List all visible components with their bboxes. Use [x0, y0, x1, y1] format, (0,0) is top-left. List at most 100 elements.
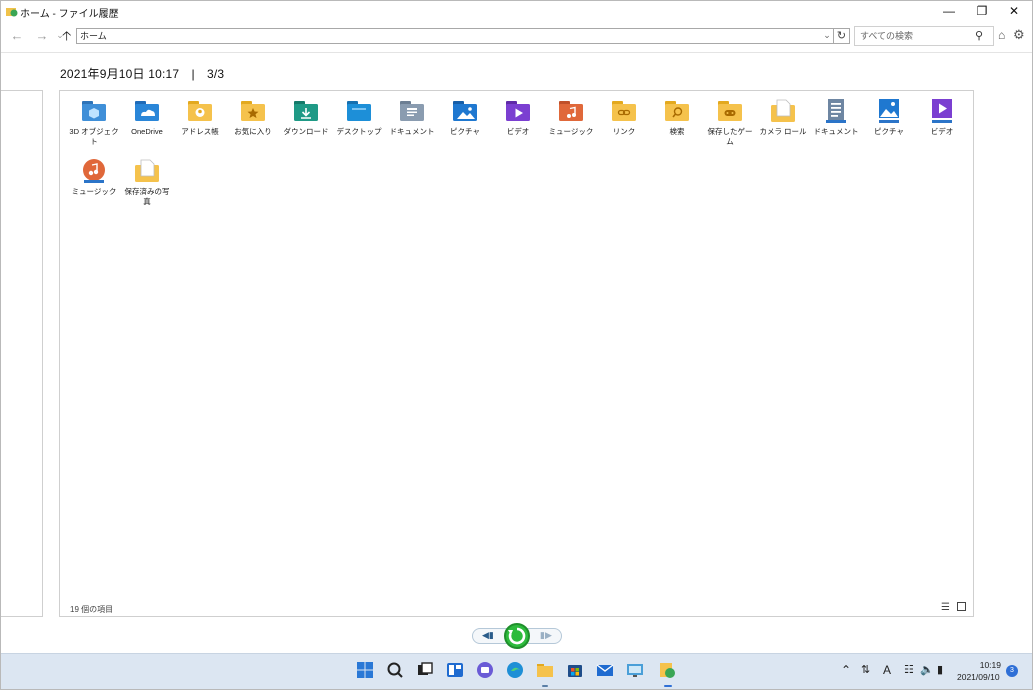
videos-folder-icon [504, 98, 532, 124]
3d-objects-folder-icon [80, 98, 108, 124]
list-item[interactable]: ピクチャ [863, 98, 915, 137]
list-item[interactable]: アドレス帳 [174, 98, 226, 137]
ime-indicator[interactable]: A [883, 663, 891, 677]
searches-folder-icon [663, 98, 691, 124]
saved-games-folder-icon [716, 98, 744, 124]
file-history-active-indicator [664, 685, 672, 687]
item-label: 保存したゲーム [707, 127, 753, 146]
mail-icon[interactable] [596, 661, 614, 679]
minimize-button[interactable]: — [933, 1, 965, 21]
list-item[interactable]: ビデオ [492, 98, 544, 137]
restore-arrow-icon [508, 627, 526, 645]
file-history-taskbar-icon[interactable] [658, 661, 676, 679]
list-item[interactable]: 保存済みの写真 [121, 158, 173, 207]
show-hidden-icons-chevron-icon[interactable]: ⌃ [841, 663, 851, 677]
list-item[interactable]: ピクチャ [439, 98, 491, 137]
address-bar[interactable]: ホーム [76, 28, 834, 44]
snapshot-date-label: 2021年9月10日 10:17 | 3/3 [60, 67, 225, 81]
item-label: ミュージック [71, 187, 117, 196]
onedrive-folder-icon [133, 98, 161, 124]
clock-date[interactable]: 2021/09/10 [957, 672, 1000, 682]
item-label: ピクチャ [450, 127, 480, 136]
search-input[interactable]: すべての検索 [854, 26, 994, 46]
desktop-folder-icon [345, 98, 373, 124]
search-placeholder: すべての検索 [860, 31, 914, 41]
file-explorer-icon[interactable] [536, 661, 554, 679]
back-button[interactable]: ← [9, 28, 25, 43]
skip-forward-icon: ▮▶ [540, 630, 552, 640]
close-icon: ✕ [1008, 4, 1020, 18]
pictures-folder-icon [451, 98, 479, 124]
file-list-pane [59, 90, 974, 617]
list-item[interactable]: 保存したゲーム [704, 98, 756, 147]
downloads-folder-icon [292, 98, 320, 124]
saved-pictures-folder-icon [133, 158, 161, 184]
music-folder-icon [557, 98, 585, 124]
item-label: ピクチャ [874, 127, 904, 136]
item-label: カメラ ロール [759, 127, 807, 136]
contacts-folder-icon [186, 98, 214, 124]
minimize-icon: — [943, 4, 955, 18]
item-label: アドレス帳 [181, 127, 219, 136]
camera-roll-folder-icon [769, 98, 797, 124]
widgets-icon[interactable] [446, 661, 464, 679]
list-item[interactable]: 検索 [651, 98, 703, 137]
list-item[interactable]: ミュージック [68, 158, 120, 197]
list-item[interactable]: お気に入り [227, 98, 279, 137]
volume-icon[interactable]: 🔈 [920, 663, 934, 676]
restore-button[interactable]: ❐ [966, 1, 998, 21]
videos-library-icon [928, 98, 956, 124]
item-label: ダウンロード [283, 127, 329, 136]
item-label: ミュージック [548, 127, 594, 136]
up-button[interactable]: 🡡 [62, 27, 71, 49]
list-item[interactable]: ビデオ [916, 98, 968, 137]
links-folder-icon [610, 98, 638, 124]
up-arrow-icon: 🡡 [62, 28, 72, 43]
gear-icon[interactable]: ⚙ [1013, 27, 1025, 43]
skip-back-icon: ◀▮ [482, 630, 494, 640]
details-view-icon[interactable]: ☰ [941, 602, 950, 613]
edge-browser-icon[interactable] [506, 661, 524, 679]
refresh-icon: ↻ [836, 30, 847, 42]
address-path: ホーム [80, 31, 107, 41]
list-item[interactable]: リンク [598, 98, 650, 137]
next-version-button[interactable]: ▮▶ [540, 630, 552, 641]
search-taskbar-icon[interactable] [386, 661, 404, 679]
forward-button[interactable]: → [34, 28, 50, 43]
address-dropdown-button[interactable]: ⌄ [820, 28, 834, 44]
previous-snapshot-pane[interactable] [1, 90, 43, 617]
teams-chat-icon[interactable] [476, 661, 494, 679]
item-label: 3D オブジェクト [69, 127, 119, 146]
item-label: ドキュメント [813, 127, 859, 136]
large-icons-view-icon[interactable] [957, 602, 966, 611]
store-icon[interactable] [566, 661, 584, 679]
task-view-icon[interactable] [416, 661, 434, 679]
close-button[interactable]: ✕ [998, 1, 1030, 21]
item-label: ビデオ [506, 127, 530, 136]
notification-badge[interactable]: 3 [1006, 665, 1018, 677]
search-icon[interactable]: ⚲ [975, 29, 983, 42]
list-item[interactable]: デスクトップ [333, 98, 385, 137]
home-icon[interactable]: ⌂ [998, 28, 1005, 42]
item-label: お気に入り [234, 127, 272, 136]
previous-version-button[interactable]: ◀▮ [482, 630, 494, 641]
list-item[interactable]: ダウンロード [280, 98, 332, 137]
refresh-button[interactable]: ↻ [834, 28, 850, 44]
clock-time[interactable]: 10:19 [979, 660, 1001, 670]
wifi-icon[interactable]: ☷ [904, 663, 914, 676]
list-item[interactable]: カメラ ロール [757, 98, 809, 137]
battery-icon[interactable]: ▮ [937, 663, 943, 676]
favorites-folder-icon [239, 98, 267, 124]
list-item[interactable]: ドキュメント [810, 98, 862, 137]
file-history-app-icon [6, 8, 18, 17]
item-label: 検索 [669, 127, 685, 136]
item-label: ドキュメント [389, 127, 435, 136]
start-icon[interactable] [356, 661, 374, 679]
list-item[interactable]: 3D オブジェクト [68, 98, 120, 147]
list-item[interactable]: ミュージック [545, 98, 597, 137]
list-item[interactable]: OneDrive [121, 98, 173, 137]
restore-button-green[interactable] [504, 623, 530, 649]
list-item[interactable]: ドキュメント [386, 98, 438, 137]
onedrive-sync-icon[interactable]: ⇅ [861, 663, 870, 676]
control-panel-icon[interactable] [626, 661, 644, 679]
